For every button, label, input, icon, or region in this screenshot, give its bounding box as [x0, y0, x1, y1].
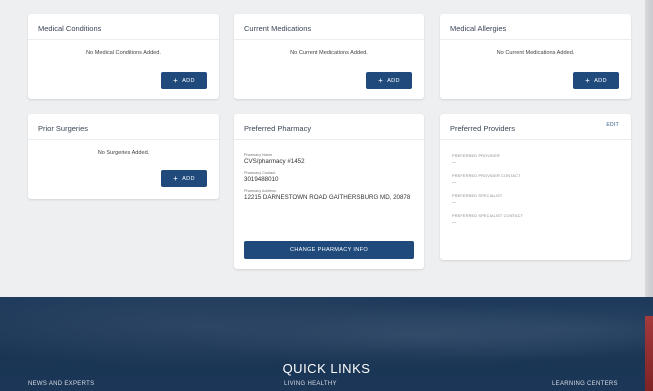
provider-field: PREFERRED PROVIDER --: [452, 154, 619, 166]
pharmacy-name: CVS/pharmacy #1452: [244, 158, 305, 165]
pharmacy-address-field: Pharmacy Address 12215 DARNESTOWN ROAD G…: [244, 189, 414, 202]
plus-icon: +: [173, 173, 179, 183]
empty-message: No Current Medications Added.: [496, 50, 575, 56]
preferred-providers-card: Preferred Providers EDIT PREFERRED PROVI…: [440, 114, 631, 260]
prior-surgeries-card: Prior Surgeries No Surgeries Added. + AD…: [28, 114, 219, 199]
field-value: --: [452, 200, 456, 206]
field-label: PREFERRED PROVIDER CONTACT: [452, 174, 521, 178]
empty-message: No Current Medications Added.: [290, 50, 368, 56]
add-surgery-button[interactable]: + ADD: [161, 170, 207, 187]
add-medication-button[interactable]: + ADD: [366, 72, 412, 89]
field-label: PREFERRED SPECIALIST CONTACT: [452, 214, 524, 218]
pharmacy-name-field: Pharmacy Name CVS/pharmacy #1452: [244, 153, 414, 166]
card-title: Prior Surgeries: [28, 114, 219, 140]
pharmacy-address: 12215 DARNESTOWN ROAD GAITHERSBURG MD, 2…: [244, 194, 411, 201]
provider-contact-field: PREFERRED PROVIDER CONTACT --: [452, 174, 619, 186]
field-value: --: [452, 220, 456, 226]
footer-link-learning-centers[interactable]: LEARNING CENTERS: [552, 381, 618, 387]
field-label: Pharmacy Contact: [244, 171, 276, 175]
current-medications-card: Current Medications No Current Medicatio…: [234, 14, 424, 99]
card-title: Preferred Pharmacy: [234, 114, 424, 140]
medical-allergies-card: Medical Allergies No Current Medications…: [440, 14, 631, 99]
change-pharmacy-button[interactable]: CHANGE PHARMACY INFO: [244, 241, 414, 259]
card-title: Current Medications: [234, 14, 424, 40]
field-value: --: [452, 180, 456, 186]
quick-links-footer: QUICK LINKS NEWS AND EXPERTS LIVING HEAL…: [0, 297, 653, 391]
add-allergy-button[interactable]: + ADD: [573, 72, 619, 89]
field-label: Pharmacy Address: [244, 189, 276, 193]
pharmacy-contact-field: Pharmacy Contact 3019488010: [244, 171, 414, 184]
field-label: PREFERRED PROVIDER: [452, 154, 500, 158]
add-button-label: ADD: [182, 175, 195, 182]
empty-message: No Medical Conditions Added.: [86, 50, 161, 56]
footer-link-news[interactable]: NEWS AND EXPERTS: [28, 381, 94, 387]
field-label: PREFERRED SPECIALIST: [452, 194, 503, 198]
page-edge-shadow: [645, 0, 653, 300]
preferred-pharmacy-card: Preferred Pharmacy Pharmacy Name CVS/pha…: [234, 114, 424, 269]
add-medical-condition-button[interactable]: + ADD: [161, 72, 207, 89]
edit-providers-link[interactable]: EDIT: [606, 122, 619, 128]
field-label: Pharmacy Name: [244, 153, 273, 157]
specialist-contact-field: PREFERRED SPECIALIST CONTACT --: [452, 214, 619, 226]
empty-message: No Surgeries Added.: [97, 150, 150, 156]
pharmacy-contact: 3019488010: [244, 176, 279, 183]
add-button-label: ADD: [387, 77, 400, 84]
pharmacy-details: Pharmacy Name CVS/pharmacy #1452 Pharmac…: [234, 140, 424, 202]
medical-conditions-card: Medical Conditions No Medical Conditions…: [28, 14, 219, 99]
plus-icon: +: [173, 75, 179, 85]
add-button-label: ADD: [182, 77, 195, 84]
footer-link-living-healthy[interactable]: LIVING HEALTHY: [284, 381, 337, 387]
specialist-field: PREFERRED SPECIALIST --: [452, 194, 619, 206]
add-button-label: ADD: [594, 77, 607, 84]
card-title: Medical Allergies: [440, 14, 631, 40]
plus-icon: +: [585, 75, 591, 85]
card-title: Preferred Providers: [440, 114, 631, 140]
providers-list: PREFERRED PROVIDER -- PREFERRED PROVIDER…: [440, 140, 631, 226]
card-title: Medical Conditions: [28, 14, 219, 40]
field-value: --: [452, 160, 456, 166]
quick-links-title: QUICK LINKS: [282, 361, 371, 376]
accent-stripe: [645, 316, 653, 391]
plus-icon: +: [378, 75, 384, 85]
